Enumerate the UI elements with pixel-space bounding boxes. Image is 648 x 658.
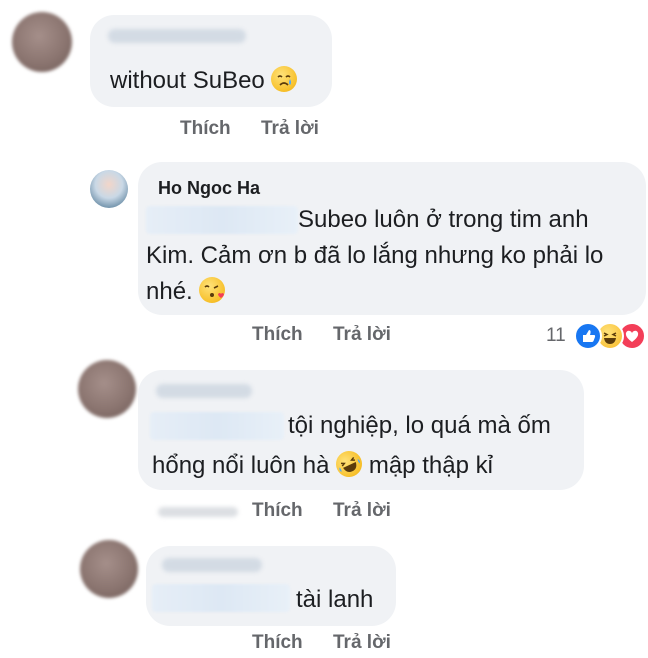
comment-text: tài lanh <box>296 586 374 613</box>
like-button[interactable]: Thích <box>252 500 303 522</box>
comment-bubble: without SuBeo <box>90 15 332 107</box>
comment-text-line-2: Kim. Cảm ơn b đã lo lắng nhưng ko phải l… <box>146 242 604 269</box>
blurred-tagged-name <box>146 206 298 234</box>
crying-face-icon <box>271 66 298 92</box>
comment-text-line-2: hổng nổi luôn hà mập thập kỉ <box>152 446 493 483</box>
like-button[interactable]: Thích <box>252 632 303 654</box>
comment-bubble: tài lanh <box>146 546 396 626</box>
comment-text-line-1: tội nghiệp, lo quá mà ốm <box>288 412 551 439</box>
rolling-laughing-face-icon <box>331 446 367 482</box>
reply-button[interactable]: Trả lời <box>261 118 319 140</box>
reply-button[interactable]: Trả lời <box>333 632 391 654</box>
face-blowing-kiss-icon <box>199 277 226 303</box>
commenter-avatar[interactable] <box>80 540 138 598</box>
like-button[interactable]: Thích <box>180 118 231 140</box>
commenter-avatar[interactable] <box>12 12 72 72</box>
like-button[interactable]: Thích <box>252 324 303 346</box>
reply-button[interactable]: Trả lời <box>333 500 391 522</box>
reaction-count[interactable]: 11 <box>546 325 566 347</box>
like-reaction-icon[interactable] <box>574 322 602 350</box>
blurred-commenter-name <box>162 558 262 572</box>
blurred-timestamp <box>158 507 238 517</box>
comment-text-line-3: nhé. <box>146 274 226 309</box>
author-name[interactable]: Ho Ngoc Ha <box>158 178 260 199</box>
blurred-tagged-name <box>150 412 284 440</box>
blurred-tagged-name <box>152 584 290 612</box>
reply-button[interactable]: Trả lời <box>333 324 391 346</box>
blurred-commenter-name <box>108 29 246 43</box>
blurred-commenter-name <box>156 384 252 398</box>
comment-bubble: Ho Ngoc Ha Subeo luôn ở trong tim anh Ki… <box>138 162 646 315</box>
author-avatar[interactable] <box>90 170 128 208</box>
comment-bubble: tội nghiệp, lo quá mà ốm hổng nổi luôn h… <box>138 370 584 490</box>
commenter-avatar[interactable] <box>78 360 136 418</box>
comment-text: without SuBeo <box>110 63 298 98</box>
comment-text-line-1: Subeo luôn ở trong tim anh <box>298 206 589 233</box>
